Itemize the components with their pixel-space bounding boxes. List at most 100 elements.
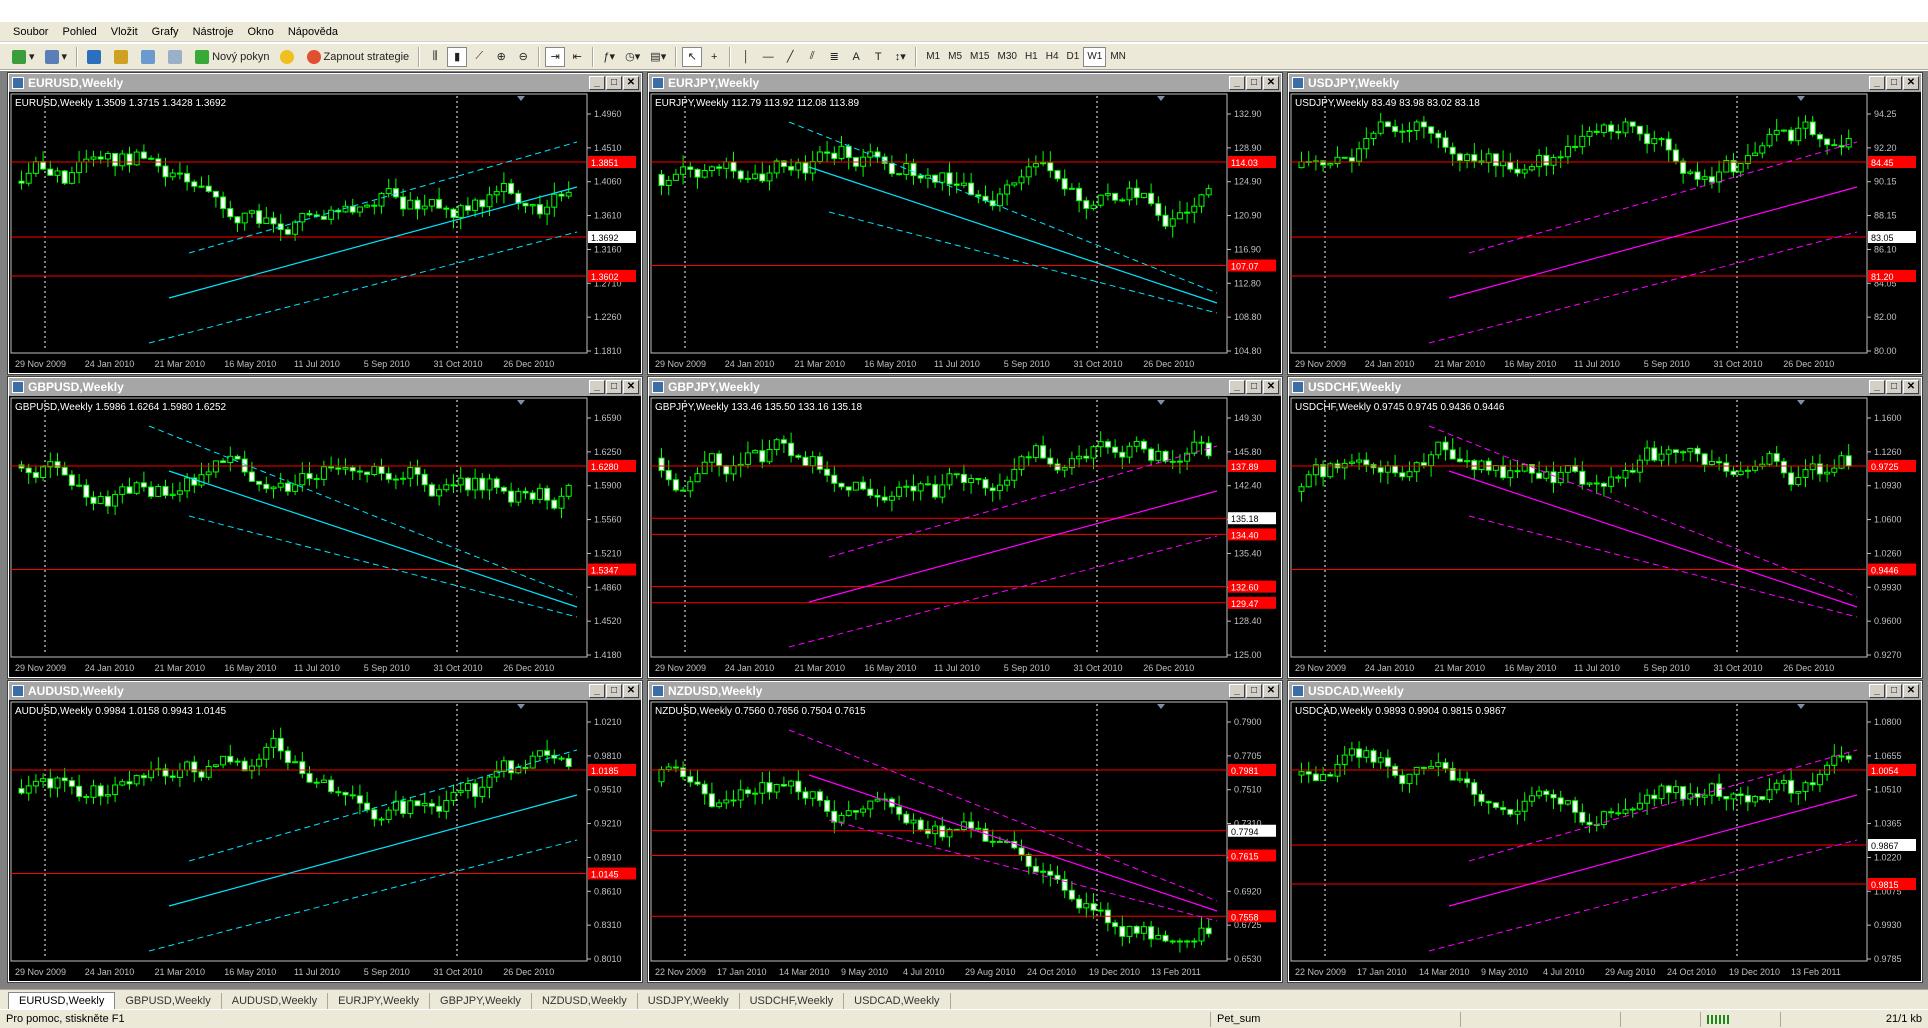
tab-nzdusd[interactable]: NZDUSD,Weekly — [532, 993, 638, 1009]
menu-item[interactable]: Grafy — [145, 26, 186, 38]
chart-window-usdcad[interactable]: USDCAD,Weekly _ □ ✕ USDCAD,Weekly 0.9893 0.9… — [1287, 680, 1923, 983]
minimize-button[interactable]: _ — [1229, 684, 1245, 698]
minimize-button[interactable]: _ — [589, 684, 605, 698]
terminal-button[interactable] — [137, 47, 162, 67]
close-button[interactable]: ✕ — [1263, 76, 1279, 90]
tab-usdcad[interactable]: USDCAD,Weekly — [844, 993, 951, 1009]
fibonacci-button[interactable]: ≣ — [824, 47, 844, 67]
maximize-button[interactable]: □ — [1886, 684, 1902, 698]
minimize-button[interactable]: _ — [1869, 76, 1885, 90]
timeframe-h1[interactable]: H1 — [1021, 47, 1042, 67]
profiles-button[interactable]: ▾ — [41, 47, 72, 67]
chart-title-bar[interactable]: USDJPY,Weekly _ □ ✕ — [1289, 74, 1921, 92]
tab-eurjpy[interactable]: EURJPY,Weekly — [328, 993, 431, 1009]
chart-title-bar[interactable]: EURUSD,Weekly _ □ ✕ — [9, 74, 641, 92]
chart-canvas[interactable]: GBPJPY,Weekly 133.46 135.50 133.16 135.1… — [649, 396, 1281, 677]
label-button[interactable]: T — [868, 47, 888, 67]
tab-audusd[interactable]: AUDUSD,Weekly — [222, 993, 329, 1009]
close-button[interactable]: ✕ — [623, 684, 639, 698]
maximize-button[interactable]: □ — [1246, 380, 1262, 394]
close-button[interactable]: ✕ — [1903, 380, 1919, 394]
zoom-in-button[interactable]: ⊕ — [491, 47, 511, 67]
tester-button[interactable] — [164, 47, 189, 67]
menu-item[interactable]: Nápověda — [281, 26, 345, 38]
minimize-button[interactable]: _ — [1229, 380, 1245, 394]
metaeditor-button[interactable] — [276, 47, 301, 67]
menu-item[interactable]: Soubor — [6, 26, 55, 38]
minimize-button[interactable]: _ — [1229, 76, 1245, 90]
close-button[interactable]: ✕ — [623, 76, 639, 90]
chart-shift-button[interactable]: ⇤ — [567, 47, 587, 67]
maximize-button[interactable]: □ — [1886, 380, 1902, 394]
templates-button[interactable]: ▤▾ — [646, 47, 670, 67]
maximize-button[interactable]: □ — [606, 76, 622, 90]
chart-title-bar[interactable]: USDCAD,Weekly _ □ ✕ — [1289, 682, 1921, 700]
minimize-button[interactable]: _ — [1869, 380, 1885, 394]
market-watch-button[interactable] — [83, 47, 108, 67]
navigator-button[interactable] — [110, 47, 135, 67]
chart-window-usdjpy[interactable]: USDJPY,Weekly _ □ ✕ USDJPY,Weekly 83.49 83.9… — [1287, 72, 1923, 375]
timeframe-m30[interactable]: M30 — [993, 47, 1020, 67]
horizontal-line-button[interactable]: — — [758, 47, 778, 67]
minimize-button[interactable]: _ — [1869, 684, 1885, 698]
crosshair-button[interactable]: + — [704, 47, 724, 67]
chart-canvas[interactable]: EURJPY,Weekly 112.79 113.92 112.08 113.8… — [649, 92, 1281, 373]
timeframe-m1[interactable]: M1 — [922, 47, 944, 67]
chart-title-bar[interactable]: GBPJPY,Weekly _ □ ✕ — [649, 378, 1281, 396]
close-button[interactable]: ✕ — [623, 380, 639, 394]
chart-window-eurusd[interactable]: EURUSD,Weekly _ □ ✕ EURUSD,Weekly 1.3509 1.3… — [7, 72, 643, 375]
chart-window-gbpusd[interactable]: GBPUSD,Weekly _ □ ✕ GBPUSD,Weekly 1.5986 1.6… — [7, 376, 643, 679]
close-button[interactable]: ✕ — [1903, 76, 1919, 90]
maximize-button[interactable]: □ — [1886, 76, 1902, 90]
chart-canvas[interactable]: NZDUSD,Weekly 0.7560 0.7656 0.7504 0.761… — [649, 700, 1281, 981]
menu-item[interactable]: Vložit — [104, 26, 145, 38]
timeframe-w1[interactable]: W1 — [1083, 46, 1107, 67]
close-button[interactable]: ✕ — [1903, 684, 1919, 698]
minimize-button[interactable]: _ — [589, 76, 605, 90]
chart-window-nzdusd[interactable]: NZDUSD,Weekly _ □ ✕ NZDUSD,Weekly 0.7560 0.7… — [647, 680, 1283, 983]
chart-canvas[interactable]: USDCHF,Weekly 0.9745 0.9745 0.9436 0.944… — [1289, 396, 1921, 677]
menu-item[interactable]: Pohled — [55, 26, 103, 38]
autoscroll-button[interactable]: ⇥ — [545, 46, 566, 67]
channel-button[interactable]: ⫽ — [802, 47, 822, 67]
tab-eurusd[interactable]: EURUSD,Weekly — [8, 992, 116, 1009]
menu-item[interactable]: Nástroje — [186, 26, 241, 38]
timeframe-d1[interactable]: D1 — [1063, 47, 1084, 67]
periods-button[interactable]: ◷▾ — [621, 47, 644, 67]
trendline-button[interactable]: ╱ — [780, 47, 800, 67]
maximize-button[interactable]: □ — [1246, 76, 1262, 90]
maximize-button[interactable]: □ — [606, 684, 622, 698]
candlestick-button[interactable]: ▮ — [447, 46, 468, 67]
timeframe-mn[interactable]: MN — [1106, 47, 1130, 67]
chart-window-usdchf[interactable]: USDCHF,Weekly _ □ ✕ USDCHF,Weekly 0.9745 0.9… — [1287, 376, 1923, 679]
timeframe-h4[interactable]: H4 — [1042, 47, 1063, 67]
chart-canvas[interactable]: GBPUSD,Weekly 1.5986 1.6264 1.5980 1.625… — [9, 396, 641, 677]
chart-title-bar[interactable]: AUDUSD,Weekly _ □ ✕ — [9, 682, 641, 700]
chart-canvas[interactable]: EURUSD,Weekly 1.3509 1.3715 1.3428 1.369… — [9, 92, 641, 373]
zoom-out-button[interactable]: ⊖ — [513, 47, 533, 67]
cursor-button[interactable]: ↖ — [682, 46, 703, 67]
new-order-button[interactable]: Nový pokyn — [191, 47, 273, 67]
line-chart-button[interactable]: ⟋ — [469, 47, 489, 67]
chart-title-bar[interactable]: USDCHF,Weekly _ □ ✕ — [1289, 378, 1921, 396]
chart-window-audusd[interactable]: AUDUSD,Weekly _ □ ✕ AUDUSD,Weekly 0.9984 1.0… — [7, 680, 643, 983]
chart-title-bar[interactable]: GBPUSD,Weekly _ □ ✕ — [9, 378, 641, 396]
maximize-button[interactable]: □ — [606, 380, 622, 394]
minimize-button[interactable]: _ — [589, 380, 605, 394]
chart-canvas[interactable]: AUDUSD,Weekly 0.9984 1.0158 0.9943 1.014… — [9, 700, 641, 981]
arrows-button[interactable]: ↕▾ — [890, 47, 910, 67]
close-button[interactable]: ✕ — [1263, 684, 1279, 698]
bar-chart-button[interactable]: ⫼ — [425, 47, 445, 67]
chart-window-eurjpy[interactable]: EURJPY,Weekly _ □ ✕ EURJPY,Weekly 112.79 113… — [647, 72, 1283, 375]
vertical-line-button[interactable]: │ — [736, 47, 756, 67]
tab-usdchf[interactable]: USDCHF,Weekly — [740, 993, 845, 1009]
chart-window-gbpjpy[interactable]: GBPJPY,Weekly _ □ ✕ GBPJPY,Weekly 133.46 135… — [647, 376, 1283, 679]
maximize-button[interactable]: □ — [1246, 684, 1262, 698]
strategies-button[interactable]: Zapnout strategie — [303, 47, 414, 67]
chart-title-bar[interactable]: NZDUSD,Weekly _ □ ✕ — [649, 682, 1281, 700]
menu-item[interactable]: Okno — [241, 26, 281, 38]
timeframe-m5[interactable]: M5 — [944, 47, 966, 67]
chart-canvas[interactable]: USDCAD,Weekly 0.9893 0.9904 0.9815 0.986… — [1289, 700, 1921, 981]
text-button[interactable]: A — [846, 47, 866, 67]
new-chart-button[interactable]: ▾ — [8, 47, 39, 67]
